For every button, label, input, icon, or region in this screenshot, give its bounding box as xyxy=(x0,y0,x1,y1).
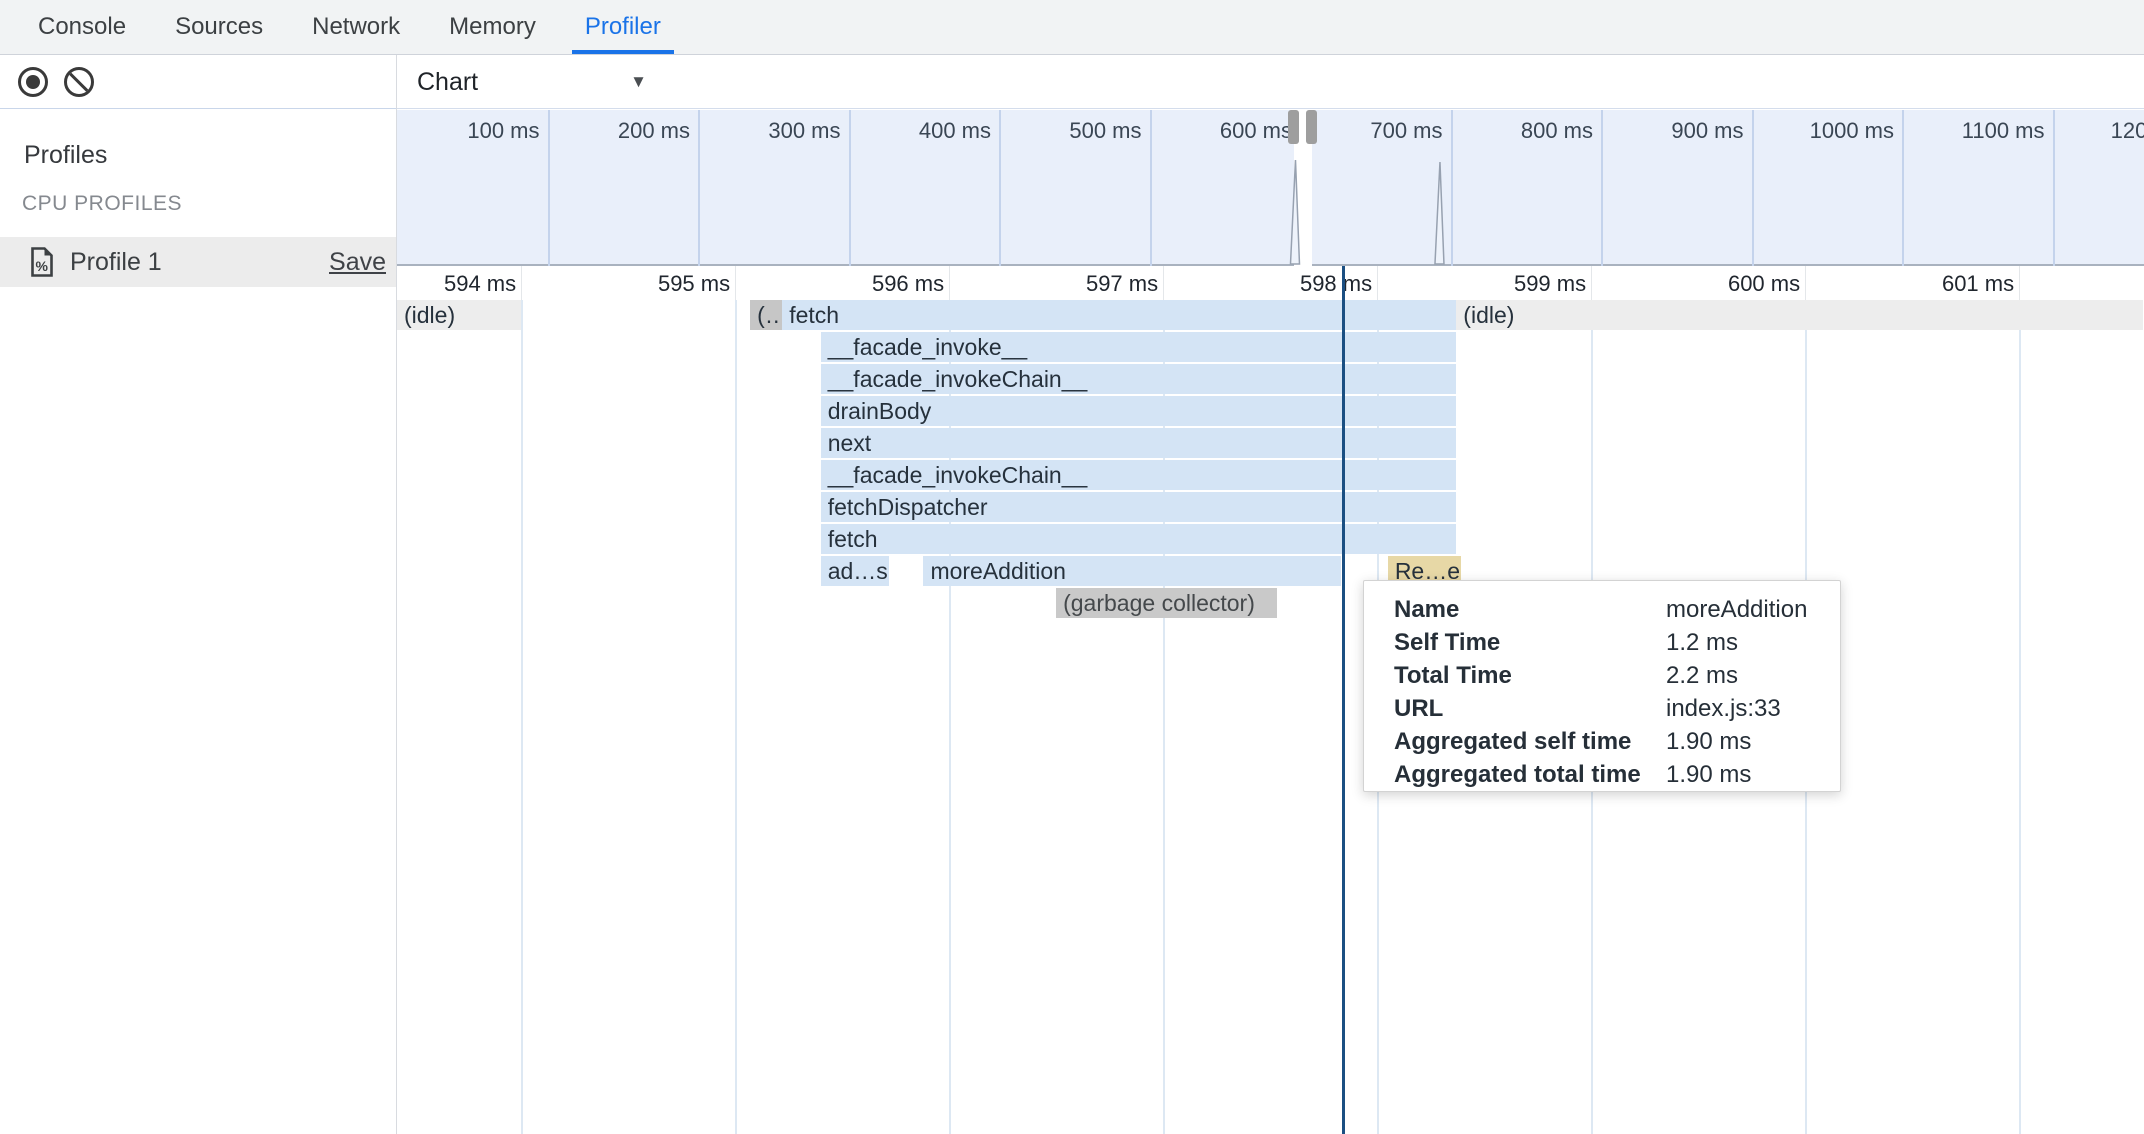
tooltip-row: Aggregated total time 1.90 ms xyxy=(1394,758,1840,791)
tooltip-row: Self Time 1.2 ms xyxy=(1394,626,1840,659)
profiler-main-panel: Chart ▼ 100 ms200 ms300 ms400 ms500 ms60… xyxy=(397,55,2144,1134)
profile-name: Profile 1 xyxy=(70,248,329,277)
tooltip-label: Name xyxy=(1394,596,1459,623)
tooltip-value: 1.90 ms xyxy=(1666,758,1751,791)
chart-toolbar: Chart ▼ xyxy=(397,55,2144,109)
clear-icon xyxy=(64,67,94,97)
ruler-tick-label: 596 ms xyxy=(794,271,944,297)
tooltip-label: Total Time xyxy=(1394,662,1512,689)
flame-chart: (idle)(…fetch(idle)__facade_invoke____fa… xyxy=(397,300,2144,1134)
chevron-down-icon: ▼ xyxy=(630,72,647,92)
tooltip-label: Aggregated self time xyxy=(1394,728,1631,755)
tooltip-value: 2.2 ms xyxy=(1666,659,1738,692)
ruler-tick-label: 594 ms xyxy=(397,271,516,297)
frame-bar-moreaddition[interactable]: moreAddition xyxy=(923,556,1340,586)
ruler-tick-label: 595 ms xyxy=(580,271,730,297)
tooltip-value: index.js:33 xyxy=(1666,692,1781,725)
tooltip-value: 1.2 ms xyxy=(1666,626,1738,659)
ruler-tick xyxy=(1377,266,1378,300)
svg-text:%: % xyxy=(36,258,49,274)
tooltip-label: URL xyxy=(1394,695,1443,722)
playhead-line[interactable] xyxy=(1342,266,1345,1134)
record-icon xyxy=(18,67,48,97)
frame-bar-garbage-collector[interactable]: (garbage collector) xyxy=(1056,588,1276,618)
save-profile-link[interactable]: Save xyxy=(329,248,386,277)
ruler-tick xyxy=(521,266,522,300)
clear-button[interactable] xyxy=(64,67,94,97)
tab-memory[interactable]: Memory xyxy=(436,0,549,54)
sidebar-item-profile-1[interactable]: % Profile 1 Save xyxy=(0,237,396,287)
tooltip-row: URL index.js:33 xyxy=(1394,692,1840,725)
cpu-activity-spikes xyxy=(397,110,2144,266)
frame-bar-facade-invokechain[interactable]: __facade_invokeChain__ xyxy=(821,460,1457,490)
ruler-tick xyxy=(2019,266,2020,300)
frame-bar-facade-invoke[interactable]: __facade_invoke__ xyxy=(821,332,1457,362)
tooltip-label: Aggregated total time xyxy=(1394,761,1641,788)
frame-bar-drainbody[interactable]: drainBody xyxy=(821,396,1457,426)
profiler-sidebar: Profiles CPU PROFILES % Profile 1 Save xyxy=(0,55,397,1134)
ruler-tick-label: 600 ms xyxy=(1650,271,1800,297)
devtools-tabbar: Console Sources Network Memory Profiler xyxy=(0,0,2144,55)
frame-bar-fetchdispatcher[interactable]: fetchDispatcher xyxy=(821,492,1457,522)
frame-bar-next[interactable]: next xyxy=(821,428,1457,458)
frame-details-tooltip: NamemoreAdditionSelf Time1.2 msTotal Tim… xyxy=(1363,580,1841,792)
tooltip-value: 1.90 ms xyxy=(1666,725,1751,758)
frame-bar-idle[interactable]: (idle) xyxy=(1456,300,2143,330)
ruler-tick xyxy=(1805,266,1806,300)
frame-bar-facade-invokechain[interactable]: __facade_invokeChain__ xyxy=(821,364,1457,394)
flame-gridline xyxy=(2019,300,2021,1134)
tooltip-row: Total Time 2.2 ms xyxy=(1394,659,1840,692)
record-button[interactable] xyxy=(18,67,48,97)
flame-gridline xyxy=(735,300,737,1134)
profile-document-icon: % xyxy=(30,247,54,277)
ruler-tick xyxy=(949,266,950,300)
frame-bar-idle[interactable]: (idle) xyxy=(397,300,521,330)
ruler-tick xyxy=(735,266,736,300)
view-mode-label: Chart xyxy=(417,68,478,97)
ruler-tick-label: 601 ms xyxy=(1864,271,2014,297)
detail-time-ruler: 594 ms 595 ms 596 ms 597 ms 598 ms 599 ms 600 … xyxy=(397,266,2144,300)
tooltip-value: moreAddition xyxy=(1666,593,1807,626)
profiles-header: Profiles xyxy=(24,141,107,170)
cpu-profiles-section-label: CPU PROFILES xyxy=(22,192,182,216)
frame-bar-[interactable]: (… xyxy=(750,300,782,330)
flame-gridline xyxy=(521,300,523,1134)
tooltip-row: Name moreAddition xyxy=(1394,593,1840,626)
tab-console[interactable]: Console xyxy=(25,0,139,54)
tab-network[interactable]: Network xyxy=(299,0,413,54)
tab-profiler[interactable]: Profiler xyxy=(572,0,674,54)
ruler-tick-label: 597 ms xyxy=(1008,271,1158,297)
ruler-tick-label: 599 ms xyxy=(1436,271,1586,297)
sidebar-toolbar xyxy=(0,55,396,109)
frame-bar-fetch[interactable]: fetch xyxy=(782,300,1456,330)
frame-bar-ad-s[interactable]: ad…s xyxy=(821,556,889,586)
ruler-tick xyxy=(1163,266,1164,300)
ruler-tick xyxy=(1591,266,1592,300)
ruler-tick-label: 598 ms xyxy=(1222,271,1372,297)
frame-bar-fetch[interactable]: fetch xyxy=(821,524,1457,554)
tooltip-row: Aggregated self time 1.90 ms xyxy=(1394,725,1840,758)
view-mode-select[interactable]: Chart ▼ xyxy=(417,55,647,109)
tab-sources[interactable]: Sources xyxy=(162,0,276,54)
tooltip-label: Self Time xyxy=(1394,629,1500,656)
timeline-overview[interactable]: 100 ms200 ms300 ms400 ms500 ms600 ms700 … xyxy=(397,110,2144,266)
